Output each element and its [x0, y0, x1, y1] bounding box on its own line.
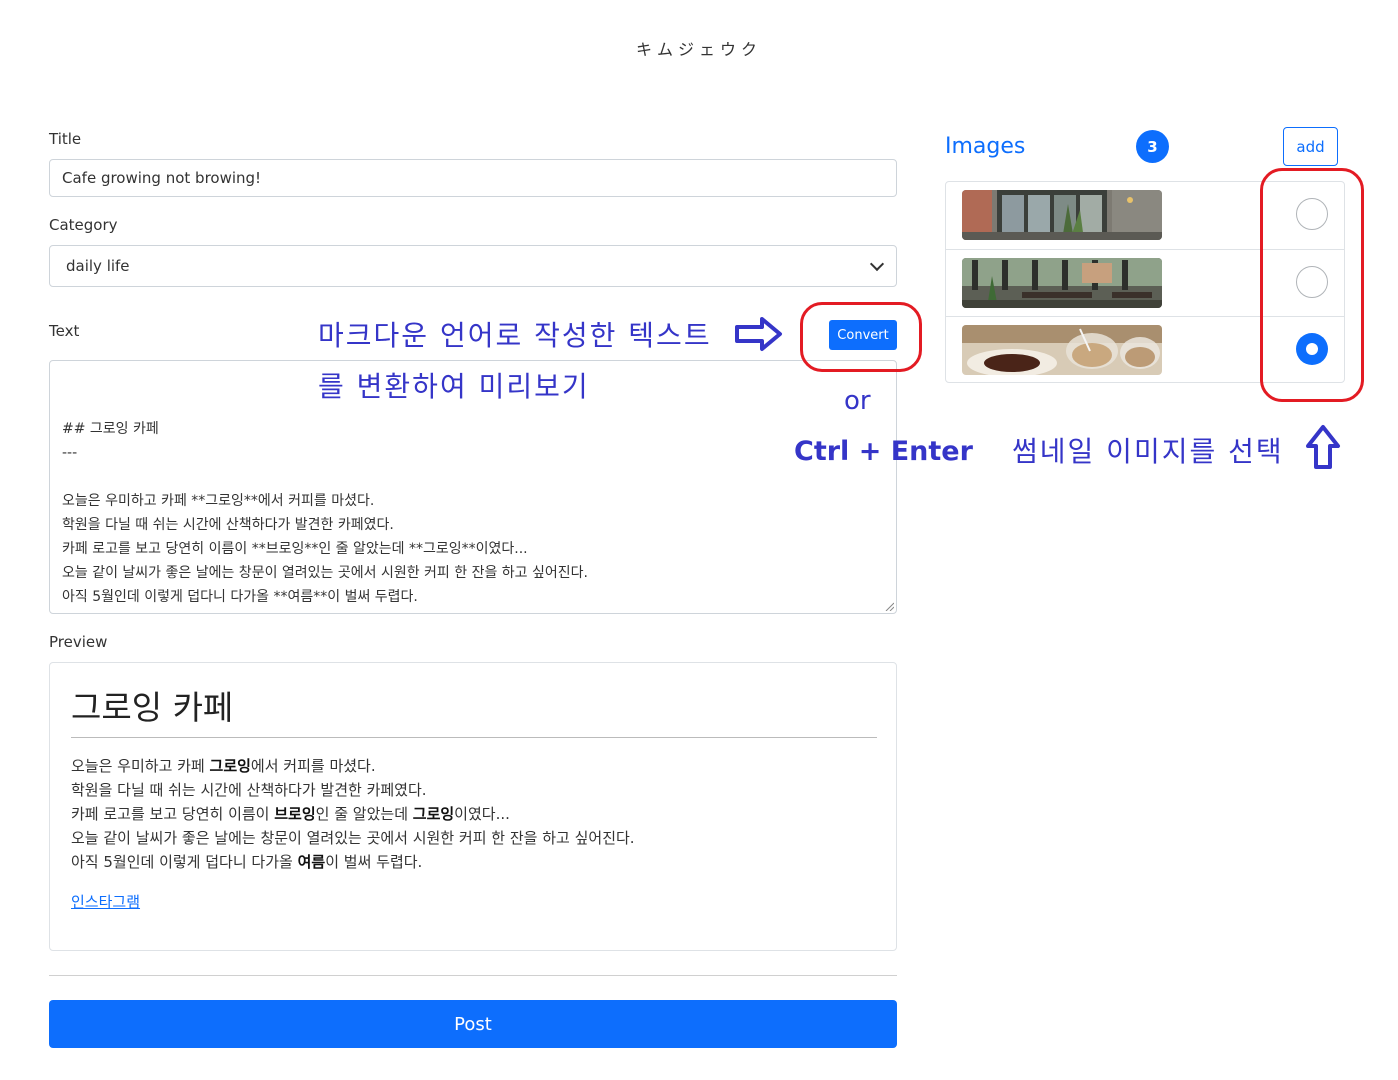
- markdown-line: ## 그로잉 카페: [62, 421, 159, 437]
- preview-line: 학원을 다닐 때 쉬는 시간에 산책하다가 발견한 카페였다.: [71, 778, 877, 802]
- post-button[interactable]: Post: [49, 1000, 897, 1048]
- thumbnail-highlight: [1260, 168, 1364, 402]
- preview-line: 오늘은 우미하고 카페 그로잉에서 커피를 마셨다.: [71, 754, 877, 778]
- annotation-or: or: [844, 386, 871, 416]
- preview-text: 카페 로고를 보고 당연히 이름이: [71, 805, 275, 823]
- images-count-badge: 3: [1136, 130, 1169, 163]
- arrow-up-icon: [1306, 425, 1340, 469]
- markdown-line: [62, 609, 884, 613]
- arrow-right-icon: [735, 317, 782, 351]
- markdown-line: 아직 5월인데 이렇게 덥다니 다가올 **여름**이 벌써 두렵다.: [62, 589, 418, 605]
- title-input[interactable]: Cafe growing not browing!: [49, 159, 897, 197]
- preview-text: 이 벌써 두렵다.: [325, 853, 423, 871]
- preview-label: Preview: [49, 633, 108, 651]
- markdown-line: ---: [62, 445, 78, 461]
- preview-text: 에서 커피를 마셨다.: [250, 757, 376, 775]
- resize-handle-icon[interactable]: [884, 601, 894, 611]
- preview-body: 오늘은 우미하고 카페 그로잉에서 커피를 마셨다. 학원을 다닐 때 쉬는 시간…: [71, 754, 877, 874]
- thumbnail-image-1: [962, 190, 1162, 240]
- thumbnail-image-3: [962, 325, 1162, 375]
- category-label: Category: [49, 216, 118, 234]
- markdown-line: 오늘은 우미하고 카페 **그로잉**에서 커피를 마셨다.: [62, 493, 375, 509]
- markdown-line: [62, 465, 884, 489]
- preview-text: 아직 5월인데 이렇게 덥다니 다가올: [71, 853, 298, 871]
- title-label: Title: [49, 130, 82, 148]
- annotation-markdown-line1: 마크다운 언어로 작성한 텍스트: [318, 319, 712, 352]
- convert-highlight: [800, 302, 922, 372]
- preview-bold-text: 그로잉: [209, 757, 251, 775]
- preview-text: 이였다...: [454, 805, 510, 823]
- markdown-line: 학원을 다닐 때 쉬는 시간에 산책하다가 발견한 카페였다.: [62, 517, 394, 533]
- site-title[interactable]: キムジェウク: [0, 36, 1398, 60]
- preview-bold-text: 브로잉: [274, 805, 316, 823]
- markdown-line: 카페 로고를 보고 당연히 이름이 **브로잉**인 줄 알았는데 **그로잉*…: [62, 541, 528, 557]
- markdown-line: 오늘 같이 날씨가 좋은 날에는 창문이 열려있는 곳에서 시원한 커피 한 잔…: [62, 565, 588, 581]
- category-selected-value: daily life: [66, 257, 130, 275]
- preview-line: 아직 5월인데 이렇게 덥다니 다가올 여름이 벌써 두렵다.: [71, 850, 877, 874]
- thumbnail-image-2: [962, 258, 1162, 308]
- preview-instagram-link[interactable]: 인스타그램: [71, 891, 140, 912]
- preview-text: 오늘은 우미하고 카페: [71, 757, 210, 775]
- chevron-down-icon: [869, 256, 885, 272]
- preview-bold-text: 여름: [297, 853, 326, 871]
- preview-heading: 그로잉 카페: [71, 688, 234, 727]
- preview-bold-text: 그로잉: [412, 805, 455, 823]
- preview-line: 카페 로고를 보고 당연히 이름이 브로잉인 줄 알았는데 그로잉이였다...: [71, 802, 877, 826]
- form-divider: [49, 975, 897, 976]
- preview-rule: [71, 737, 877, 738]
- preview-panel: 그로잉 카페 오늘은 우미하고 카페 그로잉에서 커피를 마셨다. 학원을 다닐 …: [49, 662, 897, 951]
- add-image-button[interactable]: add: [1283, 127, 1338, 166]
- category-select[interactable]: daily life: [49, 245, 897, 287]
- annotation-thumbnail: 썸네일 이미지를 선택: [1012, 435, 1284, 468]
- preview-text: 오늘 같이 날씨가 좋은 날에는 창문이 열려있는 곳에서 시원한 커피 한 잔…: [71, 829, 635, 847]
- images-title: Images: [945, 134, 1026, 159]
- annotation-markdown-line2: 를 변환하여 미리보기: [318, 370, 590, 403]
- preview-line: 오늘 같이 날씨가 좋은 날에는 창문이 열려있는 곳에서 시원한 커피 한 잔…: [71, 826, 877, 850]
- text-label: Text: [49, 322, 80, 340]
- preview-text: 인 줄 알았는데: [315, 805, 413, 823]
- markdown-text-content: ## 그로잉 카페 --- 오늘은 우미하고 카페 **그로잉**에서 커피를 마셨…: [62, 417, 884, 613]
- annotation-shortcut: Ctrl + Enter: [794, 436, 973, 467]
- preview-text: 학원을 다닐 때 쉬는 시간에 산책하다가 발견한 카페였다.: [71, 781, 427, 799]
